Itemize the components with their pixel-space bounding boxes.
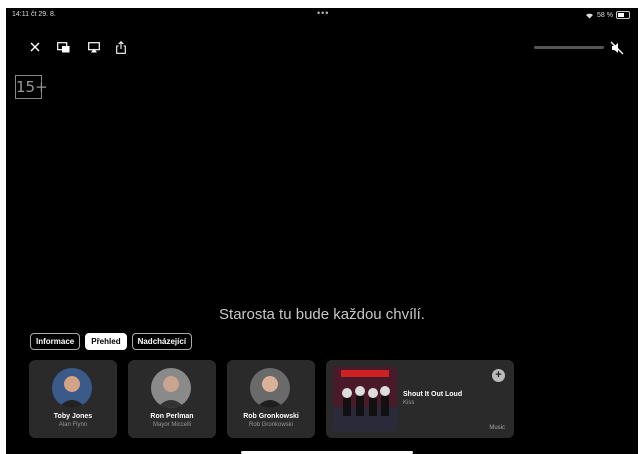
cast-name: Ron Perlman [150,413,194,420]
song-title: Shout It Out Loud [403,391,463,398]
cast-name: Toby Jones [53,413,93,420]
share-button[interactable] [113,39,129,55]
cast-card-toby-jones[interactable]: Toby Jones Alan Flynn [29,360,117,438]
music-brand-text: Music [489,425,505,431]
cast-name: Rob Gronkowski [243,413,299,420]
status-bar: 14:11 čt 29. 8. ••• 58 % [6,8,638,22]
avatar [250,368,290,408]
info-tabs: Informace Přehled Nadcházející [30,333,193,350]
age-rating-badge: 15+ [15,75,48,99]
battery-percent: 58 % [597,11,613,19]
subtitle-caption: Starosta tu bude každou chvílí. [219,306,425,323]
avatar [52,368,92,408]
picture-in-picture-icon [56,41,69,52]
multitasking-dots[interactable]: ••• [317,8,329,18]
apple-music-logo: Music [489,425,505,431]
wifi-icon [586,13,594,18]
airplay-button[interactable] [86,39,102,55]
music-card[interactable]: Shout It Out Loud Kiss + Music [326,360,514,438]
cast-role: Rob Gronkowski [248,422,293,428]
close-icon [30,42,40,52]
tab-informace[interactable]: Informace [30,333,81,350]
share-icon [116,40,126,54]
add-to-library-button[interactable]: + [492,369,505,382]
battery-icon [616,11,630,19]
album-art [333,367,397,431]
cast-card-rob-gronkowski[interactable]: Rob Gronkowski Rob Gronkowski [227,360,315,438]
close-button[interactable] [27,39,43,55]
video-player-screen: 14:11 čt 29. 8. ••• 58 % 15+ Starosta tu… [6,8,638,454]
cast-card-ron-perlman[interactable]: Ron Perlman Mayor Miccelli [128,360,216,438]
status-right: 58 % [585,11,630,19]
picture-in-picture-button[interactable] [55,39,71,55]
avatar [151,368,191,408]
tab-nadchazejici[interactable]: Nadcházející [131,333,193,350]
song-artist: Kiss [403,400,415,406]
status-time: 14:11 čt 29. 8. [12,11,56,18]
cast-role: Mayor Miccelli [152,422,191,428]
airplay-icon [88,41,100,52]
mute-button[interactable] [610,41,624,55]
cast-role: Alan Flynn [58,422,88,428]
volume-slider[interactable] [534,46,604,49]
speaker-muted-icon [610,41,624,55]
tab-prehled[interactable]: Přehled [85,333,127,350]
